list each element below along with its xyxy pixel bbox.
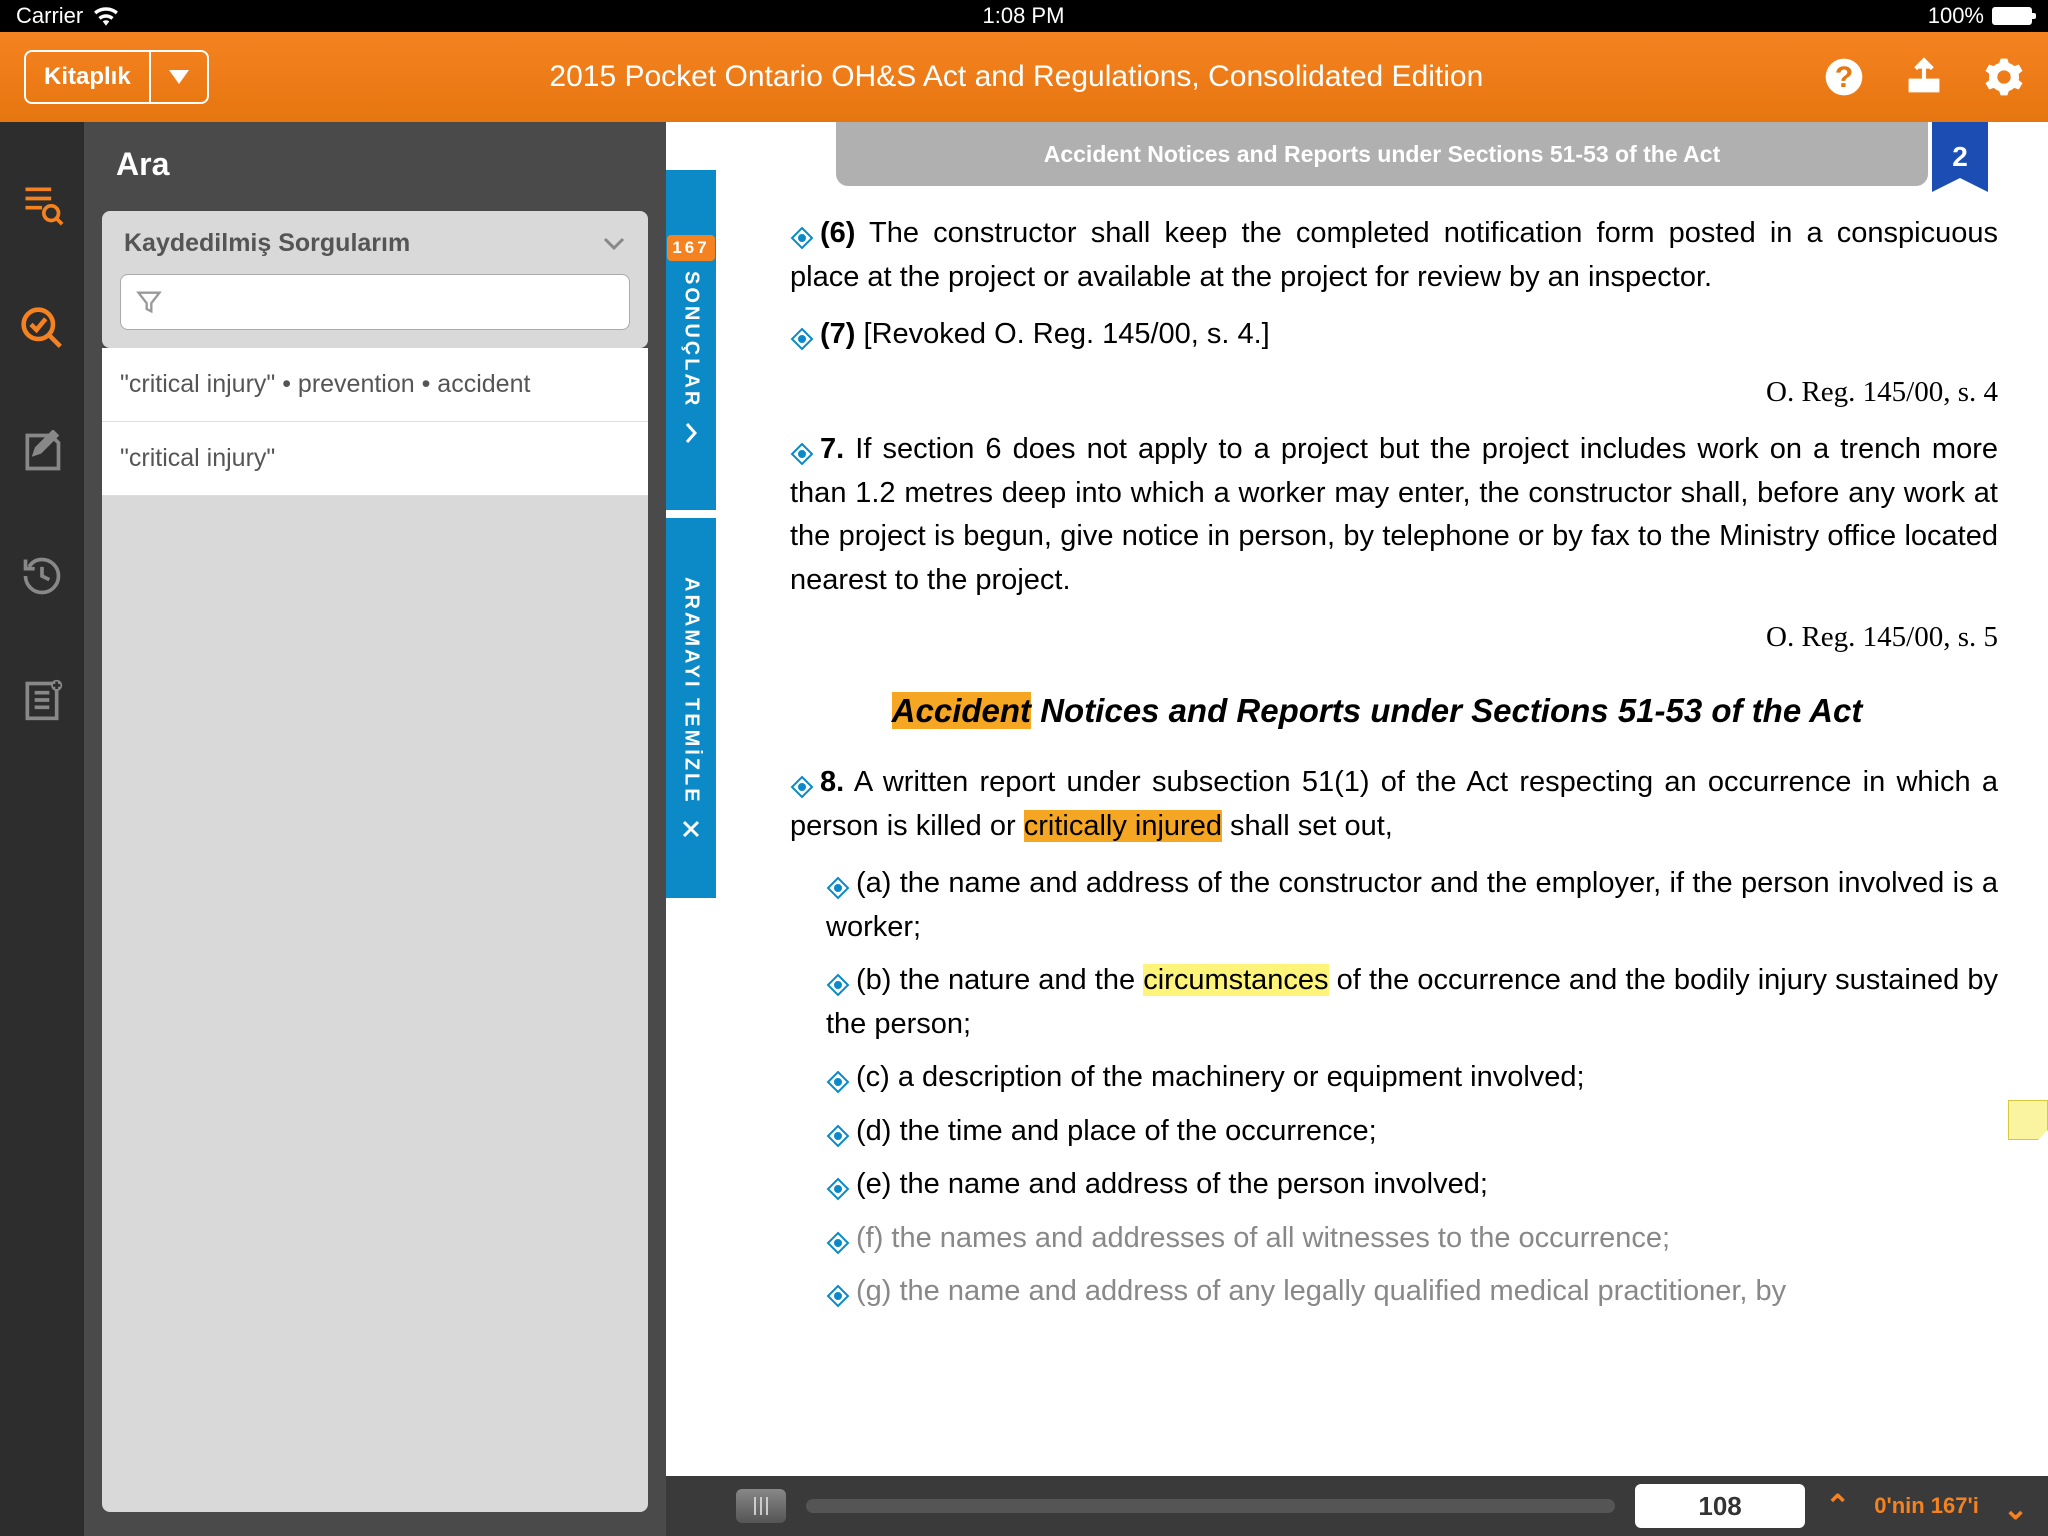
highlight-icon[interactable] [20, 306, 64, 350]
status-bar: Carrier 1:08 PM 100% [0, 0, 2048, 32]
sub-clause-text: (f) the names and addresses of all witne… [856, 1222, 1670, 1254]
clause-text: If section 6 does not apply to a project… [790, 433, 1998, 596]
toc-search-icon[interactable] [20, 182, 64, 226]
clause-number: 7. [820, 433, 844, 465]
clause-number: (7) [820, 318, 855, 350]
section-heading: Accident Notices and Reports under Secti… [826, 686, 1928, 736]
document-content: 167 SONUÇLAR ARAMAYI TEMİZLE Accident No… [666, 122, 2048, 1536]
clause-marker-icon[interactable] [826, 1171, 850, 1195]
heading-highlight: Accident [892, 692, 1031, 729]
section-header-banner: Accident Notices and Reports under Secti… [836, 122, 1928, 186]
settings-icon[interactable] [1984, 57, 2024, 97]
saved-query-item[interactable]: "critical injury" [102, 422, 648, 496]
result-position-label: 0'nin 167'i [1874, 1493, 1979, 1519]
svg-text:?: ? [1835, 61, 1853, 94]
saved-queries-label: Kaydedilmiş Sorgularım [124, 229, 410, 258]
clause-text: shall set out, [1222, 810, 1393, 842]
status-time: 1:08 PM [119, 3, 1927, 29]
clause-text: The constructor shall keep the completed… [790, 217, 1998, 293]
clause-marker-icon[interactable] [790, 220, 814, 244]
search-input[interactable] [120, 274, 630, 330]
clause-marker-icon[interactable] [826, 1278, 850, 1302]
share-icon[interactable] [1904, 57, 1944, 97]
carrier-label: Carrier [16, 3, 83, 29]
clause-number: (6) [820, 217, 855, 249]
clause-marker-icon[interactable] [826, 870, 850, 894]
left-rail [0, 122, 84, 1536]
clause-number: 8. [820, 766, 844, 798]
clipboard-icon[interactable] [20, 678, 64, 722]
bookmark-badge[interactable]: 2 [1932, 122, 1988, 192]
citation: O. Reg. 145/00, s. 4 [756, 371, 1998, 415]
battery-label: 100% [1928, 3, 1984, 29]
clause-text: [Revoked O. Reg. 145/00, s. 4.] [855, 318, 1269, 350]
note-icon[interactable] [20, 430, 64, 474]
wifi-icon [93, 6, 119, 26]
page-number-input[interactable]: 108 [1635, 1484, 1805, 1528]
sub-clause-text: (c) a description of the machinery or eq… [856, 1061, 1585, 1093]
clause-text: A written report under subsection 51(1) … [790, 766, 1998, 842]
heading-text: Notices and Reports under Sections 51-53… [1031, 692, 1862, 729]
sub-clause-text: (a) the name and address of the construc… [826, 867, 1998, 943]
close-icon [681, 819, 701, 839]
document-body[interactable]: (6) The constructor shall keep the compl… [756, 212, 1998, 1476]
sticky-note-icon[interactable] [2008, 1100, 2048, 1140]
sub-clause-text: (d) the time and place of the occurrence… [856, 1115, 1377, 1147]
help-icon[interactable]: ? [1824, 57, 1864, 97]
search-panel: Ara Kaydedilmiş Sorgularım "critical inj… [84, 122, 666, 1536]
results-tab-label: SONUÇLAR [680, 271, 703, 408]
filter-icon [135, 288, 163, 316]
chevron-down-icon [602, 236, 626, 252]
clause-marker-icon[interactable] [826, 1064, 850, 1088]
library-dropdown-icon[interactable] [151, 52, 207, 102]
clause-marker-icon[interactable] [826, 967, 850, 991]
library-label: Kitaplık [26, 52, 151, 102]
page-footer: 108 ⌃ 0'nin 167'i ⌃ [666, 1476, 2048, 1536]
clause-marker-icon[interactable] [790, 436, 814, 460]
saved-queries-header[interactable]: Kaydedilmiş Sorgularım [120, 229, 630, 258]
battery-icon [1992, 7, 2032, 25]
library-button[interactable]: Kitaplık [24, 50, 209, 104]
clear-search-label: ARAMAYI TEMİZLE [680, 577, 703, 805]
citation: O. Reg. 145/00, s. 5 [756, 616, 1998, 660]
history-icon[interactable] [20, 554, 64, 598]
document-title: 2015 Pocket Ontario OH&S Act and Regulat… [209, 60, 1824, 94]
sub-clause-text: (b) the nature and the [856, 964, 1143, 996]
sub-clause-text: (g) the name and address of any legally … [856, 1275, 1786, 1307]
clause-marker-icon[interactable] [790, 769, 814, 793]
inline-highlight: circumstances [1143, 964, 1328, 996]
sub-clause-text: (e) the name and address of the person i… [856, 1168, 1488, 1200]
search-panel-title: Ara [116, 146, 648, 183]
page-slider-track[interactable] [806, 1499, 1615, 1513]
saved-query-item[interactable]: "critical injury" • prevention • acciden… [102, 348, 648, 422]
app-top-bar: Kitaplık 2015 Pocket Ontario OH&S Act an… [0, 32, 2048, 122]
clause-marker-icon[interactable] [826, 1118, 850, 1142]
results-tab[interactable]: 167 SONUÇLAR [666, 170, 716, 510]
clause-marker-icon[interactable] [826, 1225, 850, 1249]
panel-filler [102, 496, 648, 1512]
clear-search-tab[interactable]: ARAMAYI TEMİZLE [666, 518, 716, 898]
inline-highlight: critically injured [1024, 810, 1222, 842]
page-slider-handle[interactable] [736, 1489, 786, 1523]
saved-queries-box: Kaydedilmiş Sorgularım [102, 211, 648, 348]
results-count-badge: 167 [667, 235, 714, 261]
clause-marker-icon[interactable] [790, 321, 814, 345]
prev-result-icon[interactable]: ⌃ [1825, 1489, 1850, 1524]
chevron-right-icon [682, 421, 700, 445]
next-result-icon[interactable]: ⌃ [2003, 1489, 2028, 1524]
